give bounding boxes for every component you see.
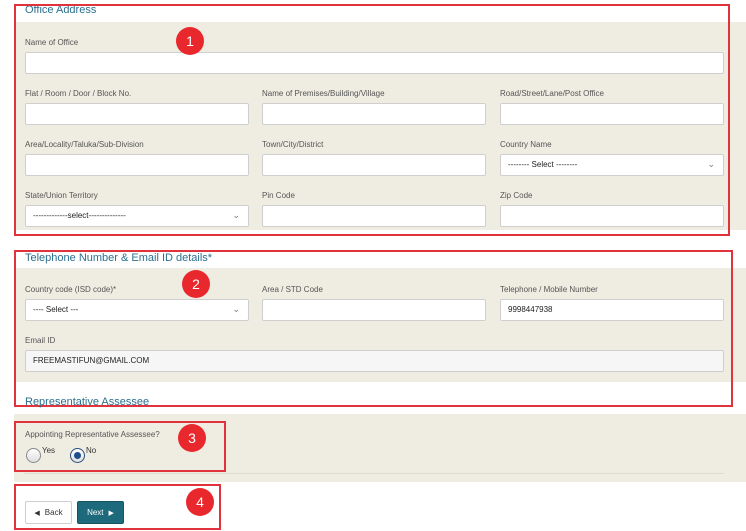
annotation-number-2: 2 xyxy=(182,270,210,298)
annotation-box-1 xyxy=(14,4,730,236)
annotation-number-4: 4 xyxy=(186,488,214,516)
section-divider xyxy=(24,473,724,474)
annotation-number-1: 1 xyxy=(176,27,204,55)
annotation-number-3: 3 xyxy=(178,424,206,452)
annotation-box-2 xyxy=(14,250,733,407)
representative-title: Representative Assessee xyxy=(25,396,150,408)
